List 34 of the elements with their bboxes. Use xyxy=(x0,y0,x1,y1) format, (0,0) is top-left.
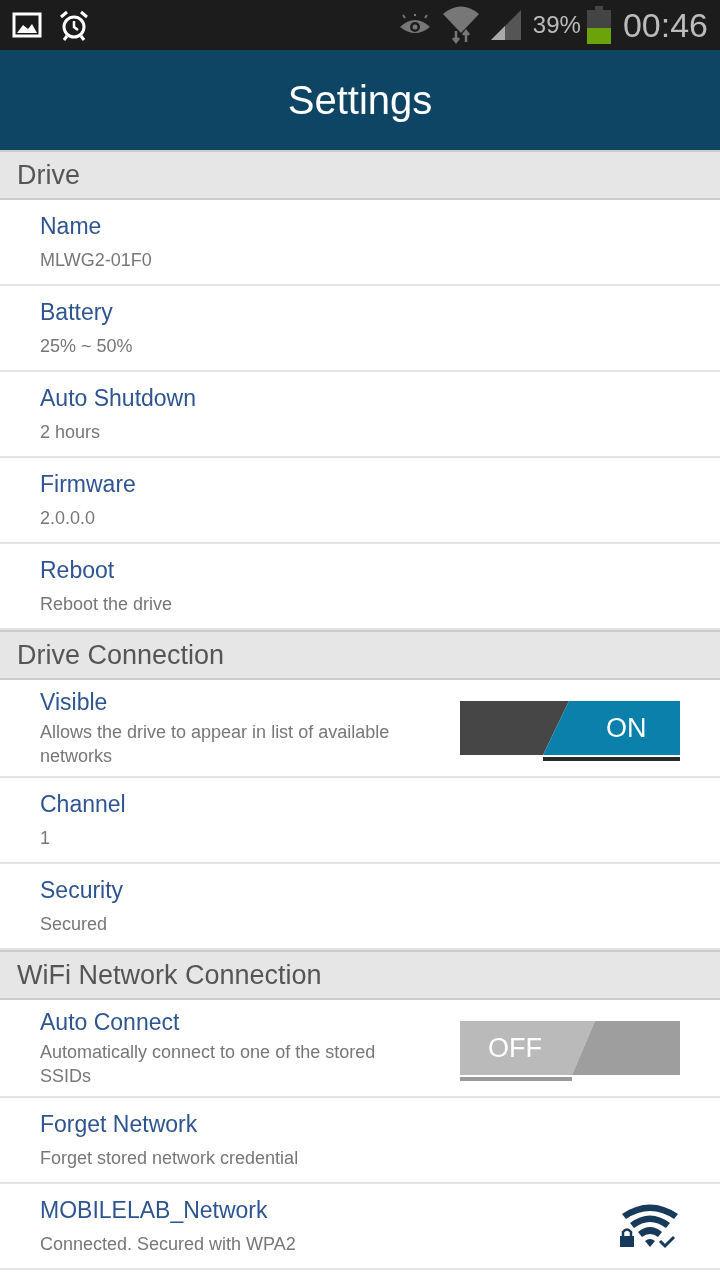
screen-title: Settings xyxy=(287,77,433,123)
setting-subtitle: Connected. Secured with WPA2 xyxy=(40,1232,297,1256)
setting-subtitle: 1 xyxy=(40,826,51,850)
battery-percent: 39% xyxy=(532,11,581,39)
setting-title: Forget Network xyxy=(40,1110,199,1138)
setting-title: Auto Shutdown xyxy=(40,384,197,412)
setting-title: Visible xyxy=(40,688,109,716)
setting-title: Auto Connect xyxy=(40,1008,181,1036)
signal-icon xyxy=(490,10,521,40)
setting-subtitle: Allows the drive to appear in list of available networks xyxy=(40,720,391,768)
section-title: WiFi Network Connection xyxy=(17,959,322,991)
eye-icon xyxy=(398,14,431,36)
alarm-icon xyxy=(58,9,90,41)
wifi-icon xyxy=(442,5,479,45)
setting-subtitle: Forget stored network credential xyxy=(40,1146,300,1170)
setting-subtitle: MLWG2-01F0 xyxy=(40,248,153,272)
picture-icon xyxy=(12,12,42,38)
setting-title: Reboot xyxy=(40,556,116,584)
setting-title: Channel xyxy=(40,790,127,818)
setting-title: Firmware xyxy=(40,470,137,498)
setting-title: MOBILELAB_Network xyxy=(40,1196,269,1224)
clock-time: 00:46 xyxy=(622,5,708,45)
setting-subtitle: Secured xyxy=(40,912,109,936)
setting-subtitle: Automatically connect to one of the stored SSIDs xyxy=(40,1040,377,1088)
setting-subtitle: 2 hours xyxy=(40,420,102,444)
section-title: Drive Connection xyxy=(17,639,225,671)
setting-title: Battery xyxy=(40,298,114,326)
section-title: Drive xyxy=(17,159,80,191)
setting-subtitle: Reboot the drive xyxy=(40,592,174,616)
setting-title: Security xyxy=(40,876,125,904)
battery-icon xyxy=(586,6,611,44)
setting-title: Name xyxy=(40,212,103,240)
setting-subtitle: 2.0.0.0 xyxy=(40,506,97,530)
setting-subtitle: 25% ~ 50% xyxy=(40,334,134,358)
